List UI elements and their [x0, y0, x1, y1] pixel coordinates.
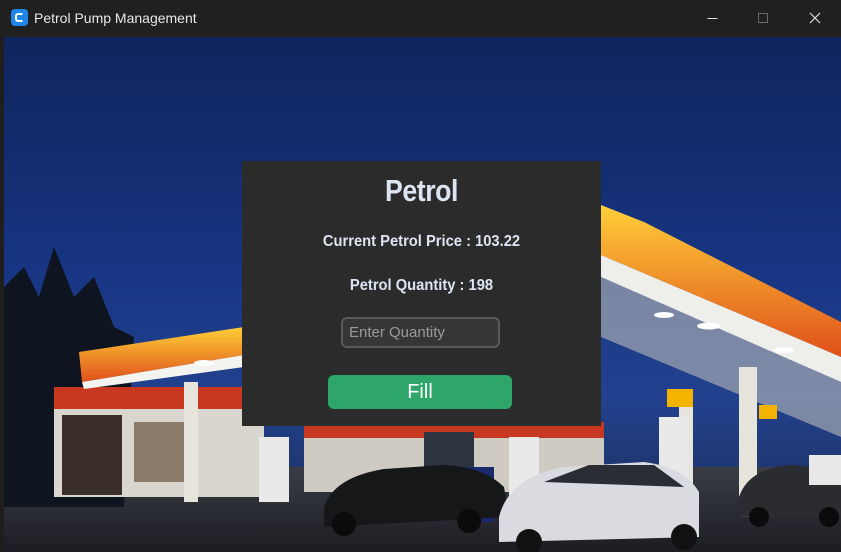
close-icon [809, 12, 821, 24]
window-title: Petrol Pump Management [34, 10, 197, 26]
maximize-icon [757, 12, 768, 23]
current-price-label: Current Petrol Price : 103.22 [322, 233, 521, 250]
petrol-panel: Petrol Current Petrol Price : 103.22 Pet… [242, 161, 601, 426]
minimize-button[interactable] [689, 0, 735, 36]
maximize-button[interactable] [740, 0, 786, 36]
panel-heading: Petrol [385, 173, 458, 208]
quantity-input[interactable] [341, 317, 500, 348]
fill-button[interactable]: Fill [328, 375, 512, 409]
app-icon [11, 9, 28, 26]
close-button[interactable] [792, 0, 838, 36]
title-bar: Petrol Pump Management [0, 0, 841, 36]
minimize-icon [707, 17, 717, 19]
quantity-label: Petrol Quantity : 198 [349, 277, 494, 294]
